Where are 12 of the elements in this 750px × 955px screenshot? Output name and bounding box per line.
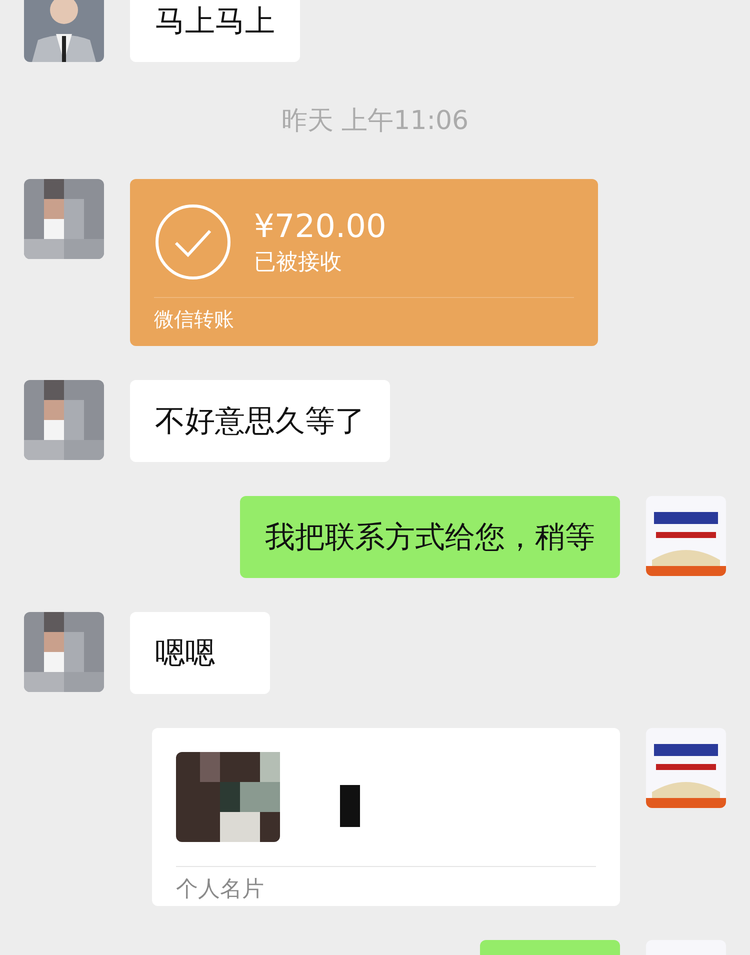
card-label: 个人名片 [176, 876, 265, 904]
contact-card[interactable]: 个人名片 [152, 728, 620, 906]
message-bubble: 马上马上 [130, 0, 300, 62]
transfer-amount: ¥720.00 [254, 206, 386, 246]
transfer-card[interactable]: ¥720.00 已被接收 微信转账 [130, 179, 598, 346]
transfer-status: 已被接收 [254, 248, 343, 276]
message-bubble: 我把联系方式给您，稍等 [240, 496, 620, 578]
timestamp: 昨天 上午11:06 [281, 105, 469, 138]
message-bubble: 嗯嗯 [130, 612, 270, 694]
check-circle-icon [154, 203, 232, 281]
transfer-label: 微信转账 [154, 306, 235, 333]
message-bubble: 不好意思久等了 [130, 380, 390, 462]
